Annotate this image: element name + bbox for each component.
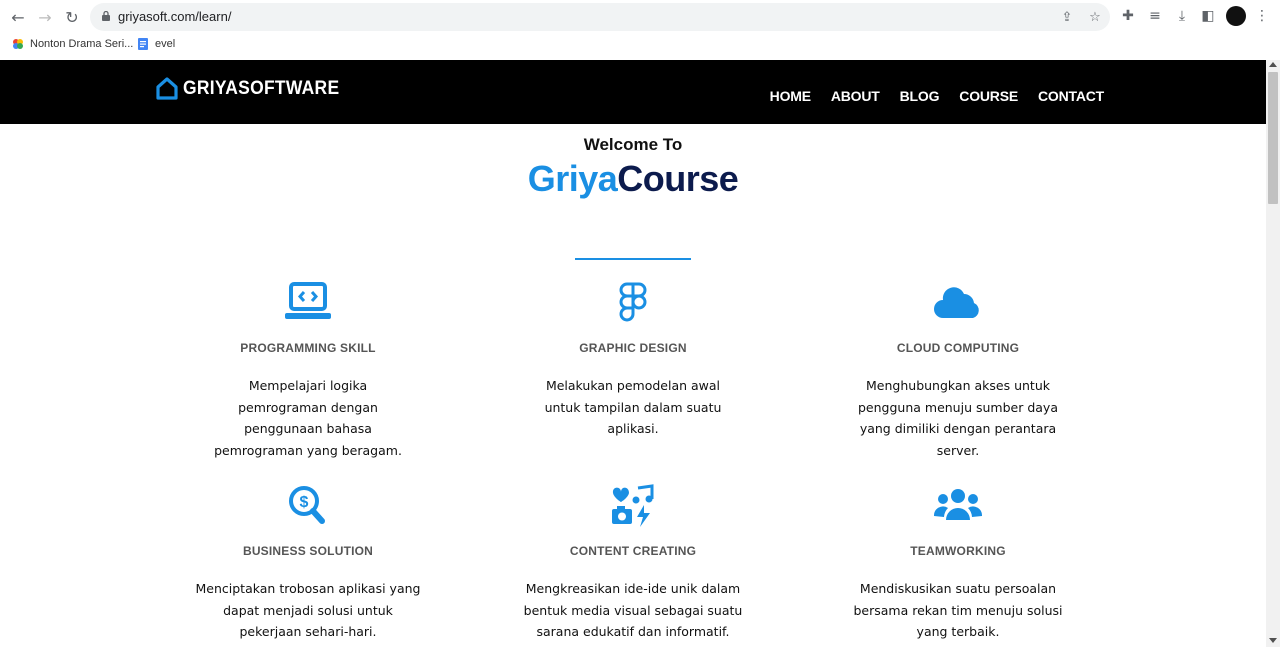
scrollbar[interactable] xyxy=(1266,60,1280,647)
photo-video-icon xyxy=(612,484,654,527)
side-panel-icon[interactable]: ◧ xyxy=(1198,6,1218,26)
feature-card: CONTENT CREATING Mengkreasikan ide-ide u… xyxy=(493,484,773,643)
feature-card: TEAMWORKING Mendiskusikan suatu persoala… xyxy=(818,484,1098,643)
reload-icon[interactable]: ↻ xyxy=(61,6,83,28)
menu-blog[interactable]: BLOG xyxy=(900,88,940,104)
bookmark-item[interactable]: Nonton Drama Seri... xyxy=(12,38,133,50)
address-bar[interactable]: griyasoft.com/learn/ ⇪ ☆ xyxy=(90,3,1110,31)
card-title: CONTENT CREATING xyxy=(569,544,697,558)
svg-text:$: $ xyxy=(300,494,309,511)
card-title: PROGRAMMING SKILL xyxy=(240,341,376,355)
scroll-down-arrow-icon[interactable] xyxy=(1269,638,1277,643)
card-description: Menghubungkan akses untuk pengguna menuj… xyxy=(858,378,1058,458)
brand-part1: Griya xyxy=(527,158,618,199)
card-title: TEAMWORKING xyxy=(910,544,1006,558)
card-title: BUSINESS SOLUTION xyxy=(242,544,374,558)
menu-course[interactable]: COURSE xyxy=(959,88,1018,104)
menu-about[interactable]: ABOUT xyxy=(831,88,880,104)
logo-text: GRIYASOFTWARE xyxy=(183,78,340,99)
back-icon[interactable]: ← xyxy=(7,6,29,28)
document-icon xyxy=(138,38,148,50)
forward-icon[interactable]: → xyxy=(34,6,56,28)
scroll-up-arrow-icon[interactable] xyxy=(1269,62,1277,67)
home-icon xyxy=(156,77,178,100)
feature-card: PROGRAMMING SKILL Mempelajari logika pem… xyxy=(168,281,448,461)
site-header: GRIYASOFTWARE HOME ABOUT BLOG COURSE CON… xyxy=(0,60,1266,124)
browser-toolbar: ← → ↻ griyasoft.com/learn/ ⇪ ☆ ✚ ≡ ⤓ ◧ ⋮ xyxy=(0,0,1280,33)
cloud-icon xyxy=(934,287,979,318)
users-icon xyxy=(933,489,983,520)
brand-part2: Course xyxy=(617,158,739,199)
colorful-flower-icon xyxy=(13,39,23,49)
feature-card: GRAPHIC DESIGN Melakukan pemodelan awal … xyxy=(493,281,773,440)
bookmarks-bar: Nonton Drama Seri... evel xyxy=(0,33,1280,60)
card-description: Mempelajari logika pemrograman dengan pe… xyxy=(214,378,402,458)
figma-icon xyxy=(619,282,647,322)
scroll-thumb[interactable] xyxy=(1268,72,1278,204)
share-icon[interactable]: ⇪ xyxy=(1058,8,1076,26)
card-title: CLOUD COMPUTING xyxy=(896,341,1020,355)
menu-contact[interactable]: CONTACT xyxy=(1038,88,1104,104)
bookmark-label: Nonton Drama Seri... xyxy=(30,38,134,50)
bookmark-label: evel xyxy=(155,38,176,50)
welcome-heading: Welcome To xyxy=(583,135,683,154)
url-text[interactable]: griyasoft.com/learn/ xyxy=(118,9,231,24)
card-title: GRAPHIC DESIGN xyxy=(579,341,687,355)
search-dollar-icon: $ xyxy=(289,486,325,524)
lock-icon xyxy=(102,11,110,21)
reading-list-icon[interactable]: ≡ xyxy=(1145,6,1165,26)
card-description: Melakukan pemodelan awal untuk tampilan … xyxy=(544,378,722,436)
main-menu: HOME ABOUT BLOG COURSE CONTACT xyxy=(770,88,1105,104)
feature-card: CLOUD COMPUTING Menghubungkan akses untu… xyxy=(818,281,1098,461)
laptop-code-icon xyxy=(285,282,331,319)
brand-title: GriyaCourse xyxy=(0,158,1266,200)
section-divider xyxy=(575,258,691,260)
menu-home[interactable]: HOME xyxy=(770,88,811,104)
feature-card: $ BUSINESS SOLUTION Menciptakan trobosan… xyxy=(168,484,448,643)
card-description: Menciptakan trobosan aplikasi yang dapat… xyxy=(195,581,421,639)
menu-icon[interactable]: ⋮ xyxy=(1252,6,1272,26)
card-description: Mendiskusikan suatu persoalan bersama re… xyxy=(853,581,1063,639)
profile-avatar[interactable] xyxy=(1226,6,1246,26)
site-logo[interactable]: GRIYASOFTWARE xyxy=(156,77,353,101)
extensions-icon[interactable]: ✚ xyxy=(1118,6,1138,26)
card-description: Mengkreasikan ide-ide unik dalam bentuk … xyxy=(523,581,743,639)
download-icon[interactable]: ⤓ xyxy=(1172,6,1192,26)
bookmark-item[interactable]: evel xyxy=(137,38,175,50)
star-icon[interactable]: ☆ xyxy=(1086,8,1104,26)
